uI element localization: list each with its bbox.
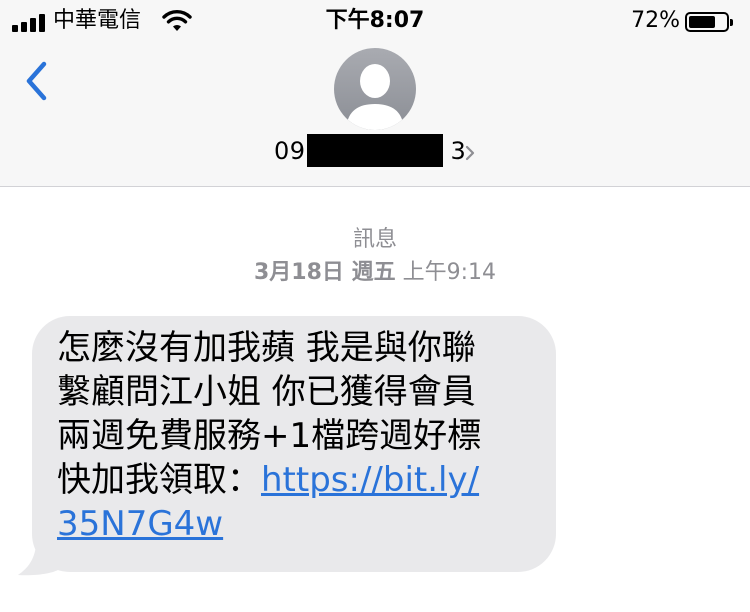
service-label: 訊息	[352, 227, 397, 252]
incoming-message-bubble[interactable]: 怎麼沒有加我蘋 我是與你聯 繫顧問江小姐 你已獲得會員 兩週免費服務+1檔跨週好…	[32, 316, 556, 572]
message-line: 35N7G4w	[57, 502, 532, 546]
status-bar: 中華電信 下午8:07 72%	[0, 0, 750, 44]
message-timestamp: 3月18日 週五 上午9:14	[0, 259, 750, 287]
conversation-header: 中華電信 下午8:07 72% 09 3	[0, 0, 750, 187]
timestamp-time: 上午9:14	[402, 260, 496, 285]
message-line: 快加我領取：https://bit.ly/	[57, 458, 532, 502]
battery-icon	[685, 12, 733, 32]
message-line: 怎麼沒有加我蘋 我是與你聯	[57, 328, 476, 368]
message-line: 繫顧問江小姐 你已獲得會員	[57, 372, 476, 412]
contact-avatar[interactable]	[334, 48, 416, 130]
message-line: 兩週免費服務+1檔跨週好標	[57, 416, 482, 456]
message-link[interactable]: https://bit.ly/	[261, 460, 479, 500]
redaction-bar	[307, 134, 443, 167]
contact-number-end: 3	[450, 137, 467, 165]
person-silhouette-icon	[346, 64, 404, 130]
message-text: 快加我領取：	[57, 460, 261, 500]
battery-percentage: 72%	[631, 8, 680, 33]
chevron-right-icon	[465, 145, 475, 161]
message-link[interactable]: 35N7G4w	[57, 504, 223, 544]
chevron-left-icon[interactable]	[24, 58, 52, 104]
contact-number-start: 09	[274, 137, 306, 165]
timestamp-date: 3月18日 週五	[254, 260, 396, 285]
